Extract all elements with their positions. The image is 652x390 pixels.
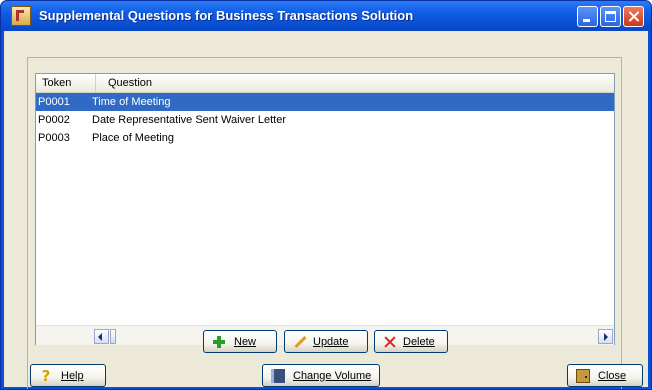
- scroll-right-arrow-icon[interactable]: [598, 329, 613, 344]
- plus-icon: [212, 335, 226, 349]
- scrollbar-thumb[interactable]: [110, 329, 116, 344]
- maximize-button[interactable]: [600, 6, 621, 27]
- delete-button-label: Delete: [403, 336, 435, 348]
- window-title: Supplemental Questions for Business Tran…: [39, 8, 414, 23]
- delete-button[interactable]: Delete: [374, 330, 448, 353]
- list-item[interactable]: P0003 Place of Meeting: [36, 129, 614, 147]
- close-button-label: Close: [598, 370, 627, 382]
- book-icon: [271, 369, 285, 383]
- row-question: Date Representative Sent Waiver Letter: [92, 114, 287, 126]
- scroll-left-arrow-icon[interactable]: [94, 329, 109, 344]
- change-volume-button-label: Change Volume: [293, 370, 372, 382]
- list-header: Token Question: [36, 74, 614, 93]
- list-item[interactable]: P0001 Time of Meeting: [36, 93, 614, 111]
- title-bar[interactable]: Supplemental Questions for Business Tran…: [1, 1, 651, 31]
- change-volume-button[interactable]: Change Volume: [262, 364, 380, 387]
- questions-list[interactable]: Token Question P0001 Time of Meeting P00…: [35, 73, 615, 345]
- dialog-body: Token Question P0001 Time of Meeting P00…: [4, 31, 648, 389]
- column-header-question[interactable]: Question: [96, 74, 614, 92]
- close-window-button[interactable]: [623, 6, 644, 27]
- new-button[interactable]: New: [203, 330, 277, 353]
- pencil-icon: [293, 335, 307, 349]
- question-icon: ?: [41, 367, 51, 385]
- minimize-button[interactable]: [577, 6, 598, 27]
- row-token: P0001: [38, 96, 70, 108]
- update-button-label: Update: [313, 336, 349, 348]
- new-button-label: New: [234, 336, 257, 348]
- row-token: P0003: [38, 132, 70, 144]
- x-icon: [383, 335, 397, 349]
- help-button-label: Help: [61, 370, 84, 382]
- list-item[interactable]: P0002 Date Representative Sent Waiver Le…: [36, 111, 614, 129]
- row-question: Time of Meeting: [92, 96, 171, 108]
- help-button[interactable]: ? Help: [30, 364, 106, 387]
- dialog-window: Supplemental Questions for Business Tran…: [0, 0, 652, 390]
- close-button[interactable]: Close: [567, 364, 643, 387]
- row-token: P0002: [38, 114, 70, 126]
- door-icon: [576, 369, 590, 383]
- app-icon[interactable]: [11, 6, 31, 26]
- update-button[interactable]: Update: [284, 330, 368, 353]
- row-question: Place of Meeting: [92, 132, 174, 144]
- column-header-token[interactable]: Token: [36, 74, 96, 92]
